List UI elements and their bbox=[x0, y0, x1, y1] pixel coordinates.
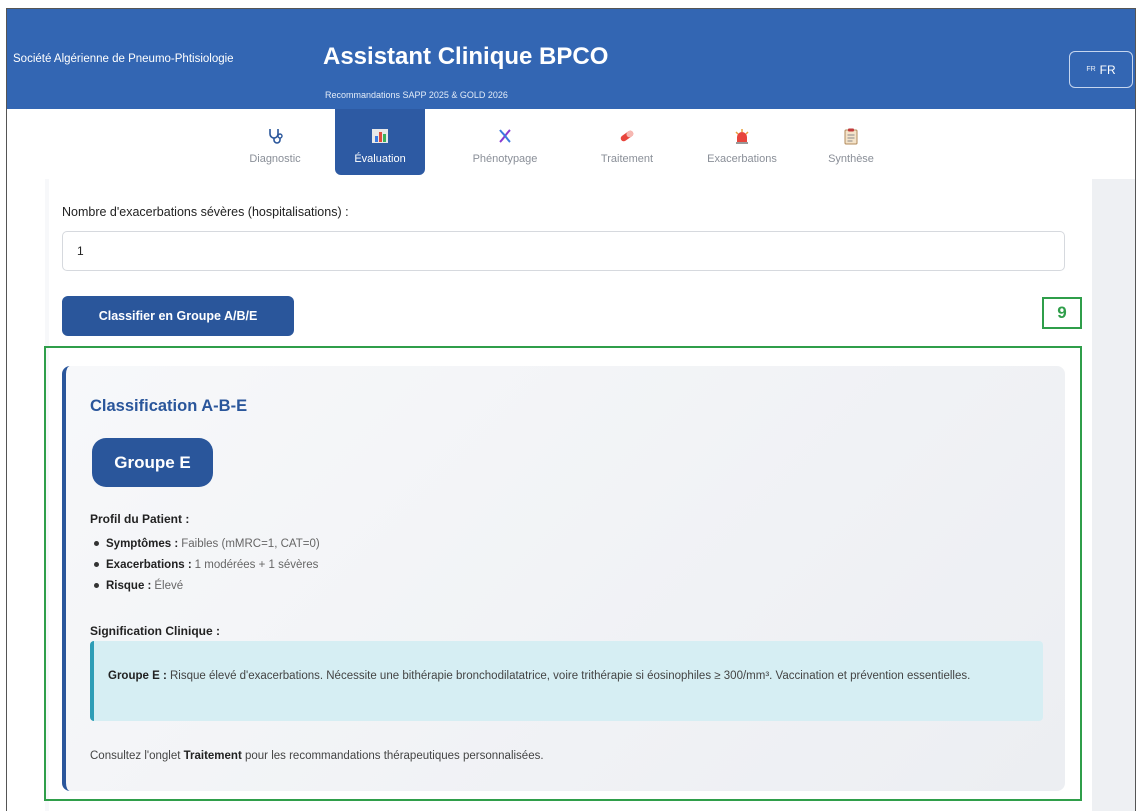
tab-label: Traitement bbox=[600, 153, 654, 165]
tab-label: Exacerbations bbox=[707, 153, 777, 165]
tab-evaluation[interactable]: Évaluation bbox=[335, 109, 425, 175]
annotation-number: 9 bbox=[1042, 297, 1082, 329]
clipboard-icon bbox=[842, 127, 860, 145]
tab-synthese[interactable]: Synthèse bbox=[813, 109, 889, 175]
org-name: Société Algérienne de Pneumo-Phtisiologi… bbox=[13, 53, 234, 65]
app-subtitle: Recommandations SAPP 2025 & GOLD 2026 bbox=[325, 90, 508, 100]
language-label: FR bbox=[1099, 62, 1116, 77]
tab-label: Diagnostic bbox=[249, 153, 301, 165]
classify-button[interactable]: Classifier en Groupe A/B/E bbox=[62, 296, 294, 336]
tab-diagnostic[interactable]: Diagnostic bbox=[233, 109, 317, 175]
tab-label: Évaluation bbox=[354, 153, 406, 165]
dna-icon bbox=[496, 127, 514, 145]
annotation-highlight-box bbox=[44, 346, 1082, 801]
tab-traitement[interactable]: Traitement bbox=[579, 109, 675, 175]
bar-chart-icon bbox=[371, 127, 389, 145]
siren-icon bbox=[733, 127, 751, 145]
flag-icon: FR bbox=[1086, 66, 1096, 73]
tab-phenotypage[interactable]: Phénotypage bbox=[455, 109, 555, 175]
app-title: Assistant Clinique BPCO bbox=[323, 43, 609, 70]
tab-label: Phénotypage bbox=[472, 153, 538, 165]
stethoscope-icon bbox=[266, 127, 284, 145]
tab-exacerbations[interactable]: Exacerbations bbox=[689, 109, 795, 175]
severe-exacerbations-input[interactable]: 1 bbox=[62, 231, 1065, 271]
scrollbar-track[interactable] bbox=[1092, 179, 1135, 811]
language-button[interactable]: FR FR bbox=[1069, 51, 1133, 88]
tab-bar: Diagnostic Évaluation Phénotypage Traite… bbox=[7, 109, 1135, 178]
pill-icon bbox=[618, 127, 636, 145]
severe-exacerbations-label: Nombre d'exacerbations sévères (hospital… bbox=[62, 205, 349, 219]
app-header: Société Algérienne de Pneumo-Phtisiologi… bbox=[7, 9, 1135, 109]
tab-label: Synthèse bbox=[828, 153, 874, 165]
